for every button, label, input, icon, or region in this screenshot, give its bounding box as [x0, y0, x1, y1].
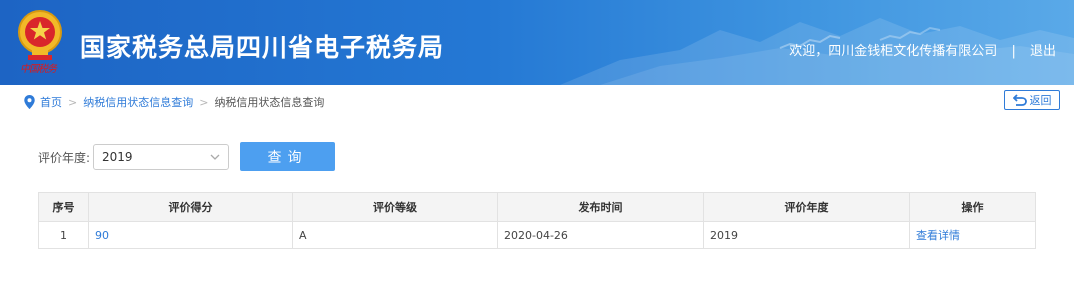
table-row: 1 90 A 2020-04-26 2019 查看详情: [38, 221, 1036, 249]
location-pin-icon: [24, 95, 35, 109]
view-details-link[interactable]: 查看详情: [909, 221, 1036, 249]
breadcrumb-current: 纳税信用状态信息查询: [214, 96, 325, 109]
year-label: 评价年度:: [38, 151, 91, 165]
header-index: 序号: [38, 192, 89, 222]
cell-year: 2019: [703, 221, 910, 249]
seal-text: 中国税务: [20, 64, 57, 75]
breadcrumb: 首页 > 纳税信用状态信息查询 > 纳税信用状态信息查询: [24, 94, 324, 110]
user-separator: |: [1011, 44, 1016, 59]
logout-link[interactable]: 退出: [1030, 44, 1056, 59]
user-area: 欢迎，四川金钱柜文化传播有限公司 | 退出: [789, 40, 1056, 59]
back-arrow-icon: [1012, 94, 1027, 106]
back-button[interactable]: 返回: [1004, 90, 1060, 110]
header-publish-date: 发布时间: [497, 192, 704, 222]
breadcrumb-separator: >: [68, 95, 78, 109]
cell-grade: A: [292, 221, 498, 249]
breadcrumb-credit-query[interactable]: 纳税信用状态信息查询: [83, 94, 193, 110]
cell-score-link[interactable]: 90: [88, 221, 293, 249]
credit-status-table: 序号 评价得分 评价等级 发布时间 评价年度 操作 1 90 A 2020-04…: [38, 192, 1036, 249]
site-title: 国家税务总局四川省电子税务局: [80, 33, 445, 62]
back-label: 返回: [1029, 94, 1052, 107]
header-action: 操作: [909, 192, 1036, 222]
welcome-text: 欢迎，四川金钱柜文化传播有限公司: [789, 44, 998, 59]
header-grade: 评价等级: [292, 192, 498, 222]
breadcrumb-separator: >: [199, 95, 209, 109]
cell-index: 1: [38, 221, 89, 249]
cell-publish-date: 2020-04-26: [497, 221, 704, 249]
header-score: 评价得分: [88, 192, 293, 222]
query-button[interactable]: 查询: [240, 142, 335, 171]
header-year: 评价年度: [703, 192, 910, 222]
table-header-row: 序号 评价得分 评价等级 发布时间 评价年度 操作: [38, 192, 1036, 222]
site-header: 中国税务 国家税务总局四川省电子税务局 欢迎，四川金钱柜文化传播有限公司 | 退…: [0, 0, 1074, 85]
year-select-value: 2019: [102, 150, 133, 164]
breadcrumb-home[interactable]: 首页: [40, 94, 62, 110]
year-select[interactable]: 2019: [93, 144, 229, 170]
chevron-down-icon: [210, 154, 220, 160]
